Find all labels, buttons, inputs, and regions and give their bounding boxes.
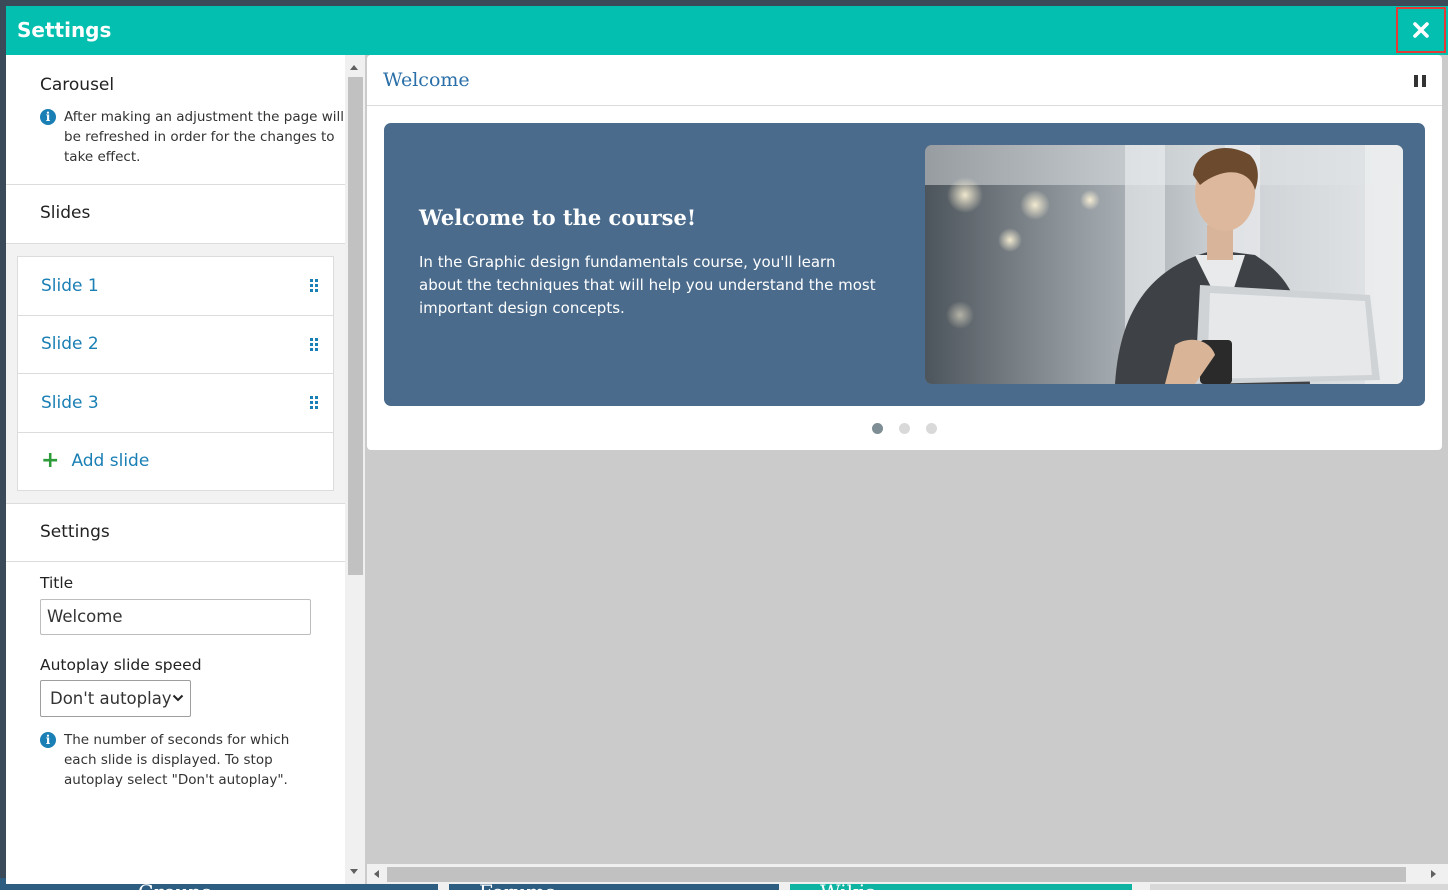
slide-item-3[interactable]: Slide 3 — [18, 374, 333, 433]
slide-item-label: Slide 1 — [41, 275, 99, 296]
slide-item-1[interactable]: Slide 1 — [18, 257, 333, 316]
scroll-down-icon[interactable] — [350, 869, 358, 874]
settings-sidebar: Carousel i After making an adjustment th… — [6, 55, 345, 884]
drag-handle-icon[interactable] — [310, 337, 318, 351]
slide-card: Welcome to the course! In the Graphic de… — [384, 123, 1425, 406]
modal-title: Settings — [17, 18, 112, 42]
slide-item-label: Slide 3 — [41, 392, 99, 413]
scrollbar-thumb[interactable] — [348, 77, 363, 575]
add-slide-label: Add slide — [71, 451, 150, 471]
scroll-left-icon[interactable] — [374, 870, 379, 878]
scrollbar-thumb[interactable] — [387, 867, 1406, 882]
autoplay-info: i The number of seconds for which each s… — [40, 730, 345, 790]
slides-section: Slides — [6, 185, 345, 244]
title-label: Title — [40, 573, 74, 592]
vertical-scrollbar[interactable] — [345, 55, 365, 884]
settings-modal: Settings Carousel i After making an adju… — [6, 6, 1448, 884]
modal-titlebar: Settings — [6, 6, 1448, 55]
plus-icon: + — [41, 448, 60, 473]
carousel-dots — [872, 423, 937, 434]
slide-photo — [925, 145, 1403, 384]
preview-title: Welcome — [383, 69, 470, 91]
pause-icon[interactable] — [1414, 75, 1426, 87]
info-icon: i — [40, 109, 56, 125]
photo-illustration — [925, 145, 1403, 384]
carousel-preview: Welcome Welcome to the course! In the Gr… — [367, 55, 1442, 450]
close-button[interactable] — [1396, 7, 1446, 53]
carousel-dot-1[interactable] — [872, 423, 883, 434]
preview-header: Welcome — [367, 55, 1442, 106]
info-icon: i — [40, 731, 56, 748]
slide-item-2[interactable]: Slide 2 — [18, 316, 333, 374]
add-slide-button[interactable]: + Add slide — [18, 433, 333, 490]
carousel-heading: Carousel — [40, 75, 115, 95]
chevron-down-icon — [172, 694, 184, 702]
scroll-right-icon[interactable] — [1431, 870, 1436, 878]
settings-section: Settings — [6, 502, 345, 562]
close-icon — [1413, 22, 1429, 38]
settings-form: Title Autoplay slide speed Don't autopla… — [6, 561, 345, 884]
autoplay-select[interactable]: Don't autoplay — [40, 679, 191, 717]
slide-item-label: Slide 2 — [41, 334, 99, 355]
drag-handle-icon[interactable] — [310, 279, 318, 293]
scroll-up-icon[interactable] — [350, 65, 358, 70]
title-input[interactable] — [40, 598, 311, 635]
slides-list: Slide 1 Slide 2 Slide 3 + Add slide — [17, 256, 334, 491]
settings-heading: Settings — [40, 521, 110, 542]
carousel-info: i After making an adjustment the page wi… — [40, 107, 345, 167]
carousel-info-text: After making an adjustment the page will… — [64, 109, 345, 165]
autoplay-info-text: The number of seconds for which each sli… — [64, 731, 290, 788]
carousel-dot-2[interactable] — [899, 423, 910, 434]
carousel-dot-3[interactable] — [926, 423, 937, 434]
autoplay-select-value: Don't autoplay — [50, 688, 172, 708]
slides-heading: Slides — [40, 203, 91, 223]
autoplay-label: Autoplay slide speed — [40, 655, 202, 674]
slide-heading: Welcome to the course! — [419, 205, 697, 230]
drag-handle-icon[interactable] — [310, 396, 318, 410]
slide-body: In the Graphic design fundamentals cours… — [419, 253, 876, 317]
horizontal-scrollbar[interactable] — [367, 864, 1448, 884]
carousel-section: Carousel i After making an adjustment th… — [6, 55, 345, 185]
